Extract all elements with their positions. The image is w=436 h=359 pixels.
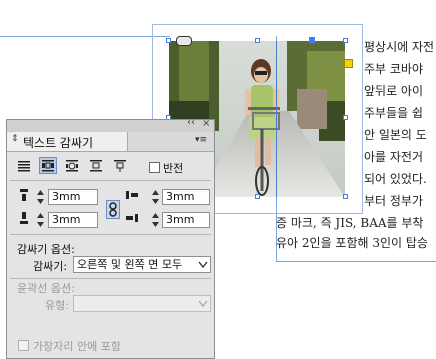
- selection-handle[interactable]: [343, 115, 348, 120]
- contour-options-label: 윤곽선 옵션:: [17, 282, 75, 295]
- jump-to-next-column-button[interactable]: [111, 158, 129, 174]
- jump-object-button[interactable]: [87, 158, 105, 174]
- body-text-line: 되어 있었다.: [364, 172, 427, 186]
- include-inside-edges-label: 가장자리 안에 포함: [33, 340, 121, 353]
- wrap-bounding-box-button[interactable]: [39, 157, 57, 174]
- invert-checkbox[interactable]: [149, 162, 160, 173]
- frame-center-line: [276, 41, 277, 197]
- panel-menu-button[interactable]: ▾≡: [195, 135, 207, 145]
- right-offset-icon: [126, 214, 138, 222]
- no-wrap-icon: [18, 161, 30, 172]
- type-label: 유형:: [45, 299, 69, 312]
- right-offset-input[interactable]: 3mm: [162, 212, 210, 228]
- body-text-line: 앞뒤로 아이: [364, 84, 424, 98]
- collapse-panel-button[interactable]: ‹‹: [187, 117, 195, 128]
- body-text-line: 부터 정부가: [364, 194, 424, 208]
- right-offset-stepper[interactable]: [151, 212, 160, 228]
- body-text-line: 증 마크, 즉 JIS, BAA를 부착: [276, 216, 424, 230]
- margin-guide: [0, 36, 170, 37]
- separator: [10, 278, 211, 279]
- top-offset-icon: [20, 189, 28, 201]
- wrap-bounding-box-icon: [42, 160, 54, 172]
- selection-handle[interactable]: [343, 194, 348, 199]
- body-text-line: 평상시에 자전: [364, 40, 435, 54]
- chevron-down-icon: [196, 296, 210, 311]
- wrap-object-shape-button[interactable]: [63, 158, 81, 174]
- tab-arrows-icon: ⇕: [11, 134, 19, 144]
- contour-type-select[interactable]: [73, 295, 211, 312]
- wrap-to-value: 오른쪽 및 왼쪽 면 모두: [77, 258, 183, 271]
- wrap-to-label: 감싸기:: [33, 260, 68, 273]
- chevron-down-icon: [196, 257, 210, 272]
- jump-object-icon: [90, 160, 102, 172]
- body-text-line: 아를 자전거: [364, 150, 424, 164]
- link-offsets-button[interactable]: [106, 200, 120, 219]
- separator: [10, 180, 211, 181]
- bottom-offset-icon: [20, 212, 28, 224]
- content-grabber-handle[interactable]: [309, 37, 315, 43]
- wrap-options-label: 감싸기 옵션:: [17, 243, 75, 256]
- left-offset-icon: [126, 191, 138, 199]
- body-text-line: 안 일본의 도: [364, 128, 427, 142]
- invert-label: 반전: [163, 162, 184, 175]
- panel-title: 텍스트 감싸기: [23, 136, 94, 150]
- separator: [10, 234, 211, 235]
- out-port-indicator[interactable]: [344, 59, 353, 68]
- jump-to-next-column-icon: [114, 160, 126, 172]
- wrap-object-shape-icon: [66, 160, 78, 172]
- bottom-offset-input[interactable]: 3mm: [48, 212, 98, 228]
- left-offset-input[interactable]: 3mm: [162, 189, 210, 205]
- selection-handle[interactable]: [343, 38, 348, 43]
- body-text-line: 주부들을 쉽: [364, 106, 424, 120]
- link-icon[interactable]: [176, 36, 192, 46]
- close-panel-button[interactable]: ×: [202, 118, 210, 129]
- selection-handle[interactable]: [255, 194, 260, 199]
- top-offset-input[interactable]: 3mm: [48, 189, 98, 205]
- chain-link-icon: [109, 202, 117, 217]
- selection-handle[interactable]: [255, 38, 260, 43]
- left-offset-stepper[interactable]: [151, 189, 160, 205]
- body-text-line: 유아 2인을 포함해 3인이 탑승: [276, 236, 428, 250]
- text-wrap-panel: ‹‹ × ⇕ 텍스트 감싸기 ▾≡ 반전 3mm 3mm 3mm 3mm 감싸기…: [6, 117, 215, 359]
- tab-text-wrap[interactable]: ⇕ 텍스트 감싸기: [7, 132, 128, 151]
- wrap-to-select[interactable]: 오른쪽 및 왼쪽 면 모두: [73, 256, 211, 273]
- top-offset-stepper[interactable]: [36, 189, 45, 205]
- include-inside-edges-checkbox[interactable]: [18, 340, 29, 351]
- selection-handle[interactable]: [166, 38, 171, 43]
- no-wrap-button[interactable]: [15, 158, 33, 174]
- bottom-offset-stepper[interactable]: [36, 212, 45, 228]
- body-text-line: 주부 코바야: [364, 62, 424, 76]
